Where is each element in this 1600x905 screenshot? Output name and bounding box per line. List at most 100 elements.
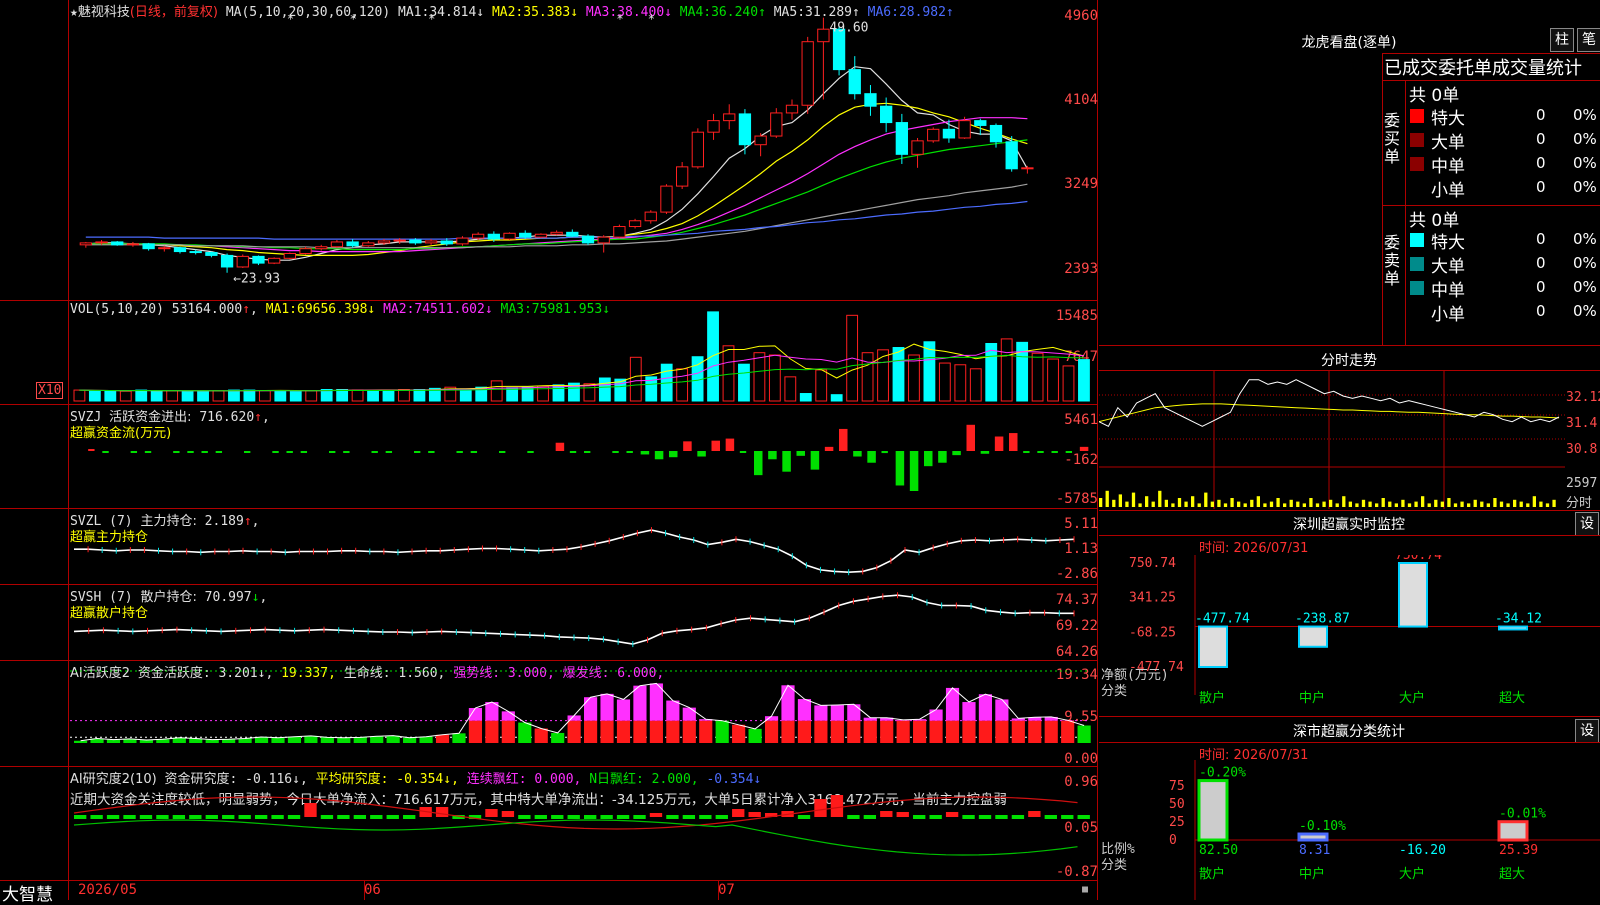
intraday-vol-bar [1145,496,1148,507]
volume-chart[interactable] [70,301,1096,404]
volume-bar [229,390,240,401]
research-bar [946,812,958,817]
flow-bar [1066,451,1072,453]
flow-bar [88,449,94,451]
flow-bar [726,439,735,451]
flow-bar [216,451,222,453]
research-bar [1078,815,1090,819]
candle [80,243,91,245]
intraday-vol-bar [1460,502,1463,507]
flow-bar [414,451,420,453]
volume-bar [120,391,131,401]
intraday-vol-bar [1382,498,1385,507]
flow-bar [967,425,976,451]
volume-bar [878,350,889,401]
volume-bar [924,342,935,401]
main-chart-area[interactable]: ★魅视科技(日线，前复权) MA(5,10,20,30,60,120) MA1:… [0,0,1098,900]
sz-class-title: 深市超赢分类统计 [1239,721,1459,741]
svsh-chart[interactable] [70,585,1096,660]
sz-realtime-category: 散户 [1199,690,1225,706]
sz-realtime-settings-button[interactable]: 设 [1575,512,1599,536]
lock-icon[interactable]: ■ [1082,884,1088,895]
intraday-vol-bar [1414,502,1417,507]
x-axis-label: 06 [364,882,381,898]
sz-class-bar [1499,822,1527,840]
flow-bar [995,437,1004,451]
brand-logo[interactable]: 大智慧 [2,880,53,905]
volume-bar [306,391,317,401]
research-bar [749,812,761,817]
candle [331,242,342,247]
intraday-vol-bar [1428,503,1431,507]
research-bar [485,809,497,817]
flow-bar [627,451,633,453]
activity-bar [716,721,729,743]
research-bar [90,815,102,819]
activity-bar-top [946,688,959,721]
order-row-label: 特大 [1431,104,1465,129]
sz-class-value-label: 8.31 [1299,843,1330,858]
flow-bar [386,451,392,453]
tick-mode-button[interactable]: 笔 [1577,28,1600,52]
sz-class-settings-button[interactable]: 设 [1575,719,1599,743]
research-bar [1012,815,1024,819]
research-bar [814,799,826,817]
activity-bar [255,737,268,743]
order-row-value: 0 [1536,230,1546,248]
candle [316,247,327,249]
activity-bar [518,723,531,743]
intraday-vol-bar [1283,503,1286,507]
activity-bar-top [831,705,844,721]
research-bar [354,815,366,819]
flow-bar [372,451,378,453]
candle [221,255,232,267]
flow-bar [910,451,919,491]
table-title: 已成交委托单成交量统计 [1384,54,1582,80]
ai-active-chart[interactable] [70,661,1096,766]
order-row-pct: 0% [1573,302,1597,320]
flow-bar [187,451,193,453]
research-bar [699,815,711,819]
intraday-vol-bar [1368,502,1371,507]
order-row-label: 小单 [1431,176,1465,201]
research-bar [1045,815,1057,819]
activity-bar [979,721,992,743]
candle [441,241,452,244]
buy-side-label: 委买单 [1384,112,1404,166]
sz-realtime-chart[interactable]: 750.74341.25-68.25-477.74净额(万元)分类-477.74… [1099,555,1600,715]
intraday-vol-bar [1165,500,1168,507]
candle [112,242,123,245]
flow-bar [457,451,463,453]
intraday-vol-bar [1421,496,1424,507]
research-bar [255,815,267,819]
candle [457,238,468,244]
activity-bar [419,737,432,743]
candlestick-chart[interactable]: 49.60←23.93***** [70,0,1096,300]
sz-realtime-time: 时间: 2026/07/31 [1199,537,1308,556]
bar-mode-button[interactable]: 柱 [1550,28,1574,52]
sz-class-chart[interactable]: 7550250比例%分类-0.20%82.50散户-0.10%8.31中户-16… [1099,760,1600,900]
candle [614,227,625,238]
intraday-vol-bar [1171,503,1174,507]
intraday-chart[interactable] [1099,371,1565,509]
research-bar [370,815,382,819]
sz-class-y-tick: 50 [1169,797,1185,812]
flow-bar [669,451,678,457]
ai-research-chart[interactable] [70,767,1096,880]
activity-bar [683,721,696,743]
candle [567,232,578,236]
activity-bar [502,721,515,743]
candle [975,121,986,126]
flow-bar [811,451,820,470]
flow-bar [570,451,576,453]
buy-total: 共 0单 [1409,81,1459,106]
candle [410,240,421,243]
svzj-chart[interactable] [70,405,1096,508]
candle [143,244,154,249]
activity-bar [1061,721,1074,743]
activity-bar [74,741,87,743]
volume-bar [909,355,920,401]
svzl-chart[interactable] [70,509,1096,584]
flow-bar [612,451,618,453]
flow-bar [697,451,706,457]
